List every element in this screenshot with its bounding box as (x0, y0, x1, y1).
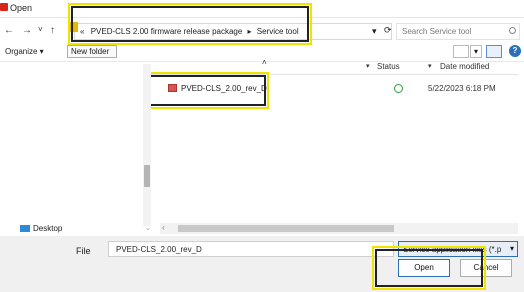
sort-ascending-icon: ˄ (262, 58, 267, 67)
highlight-box-address (68, 3, 312, 45)
horizontal-scrollbar-thumb[interactable] (178, 225, 394, 232)
file-name-label: File (76, 246, 91, 256)
recent-locations-icon[interactable]: ˅ (38, 25, 43, 35)
desktop-folder-icon (20, 225, 30, 232)
file-date-cell: 5/22/2023 6:18 PM (428, 84, 496, 93)
search-icon[interactable] (509, 27, 516, 34)
organize-button[interactable]: Organize ▾ (5, 47, 44, 56)
column-status[interactable]: Status (377, 62, 400, 71)
view-dropdown-icon[interactable]: ▾ (470, 45, 482, 58)
refresh-icon[interactable]: ⟳ (384, 25, 392, 36)
highlight-inner (71, 6, 309, 42)
sidebar-item-label: Desktop (33, 224, 63, 233)
up-arrow-icon[interactable]: ↑ (50, 26, 55, 36)
scrollbar-thumb[interactable] (144, 165, 150, 187)
new-folder-label: New folder (71, 47, 110, 56)
app-icon (0, 3, 8, 11)
chevron-down-icon[interactable]: ⌄ (145, 224, 151, 232)
help-icon[interactable]: ? (509, 45, 521, 57)
search-placeholder: Search Service tool (402, 27, 472, 36)
status-synced-icon (394, 84, 403, 93)
filter-dropdown-icon[interactable]: ▾ (428, 62, 432, 70)
filter-dropdown-icon[interactable]: ▾ (366, 62, 370, 70)
chevron-down-icon[interactable]: ▾ (510, 244, 514, 253)
highlight-box-file (145, 72, 269, 109)
highlight-inner (375, 249, 483, 287)
nav-pane-scrollbar[interactable] (143, 64, 151, 226)
highlight-box-buttons (372, 246, 486, 290)
forward-arrow-icon[interactable]: → (22, 26, 32, 36)
window-title: Open (10, 3, 33, 13)
file-name-value[interactable]: PVED-CLS_2.00_rev_D (116, 245, 202, 254)
list-view-icon[interactable] (453, 45, 469, 58)
back-arrow-icon[interactable]: ← (4, 26, 14, 36)
new-folder-button[interactable]: New folder (67, 45, 117, 58)
column-date-modified[interactable]: Date modified (440, 62, 489, 71)
scroll-left-icon[interactable]: ‹ (162, 223, 165, 232)
highlight-inner (148, 75, 266, 106)
preview-pane-icon[interactable] (486, 45, 502, 58)
address-dropdown-icon[interactable]: ▾ (372, 26, 377, 37)
